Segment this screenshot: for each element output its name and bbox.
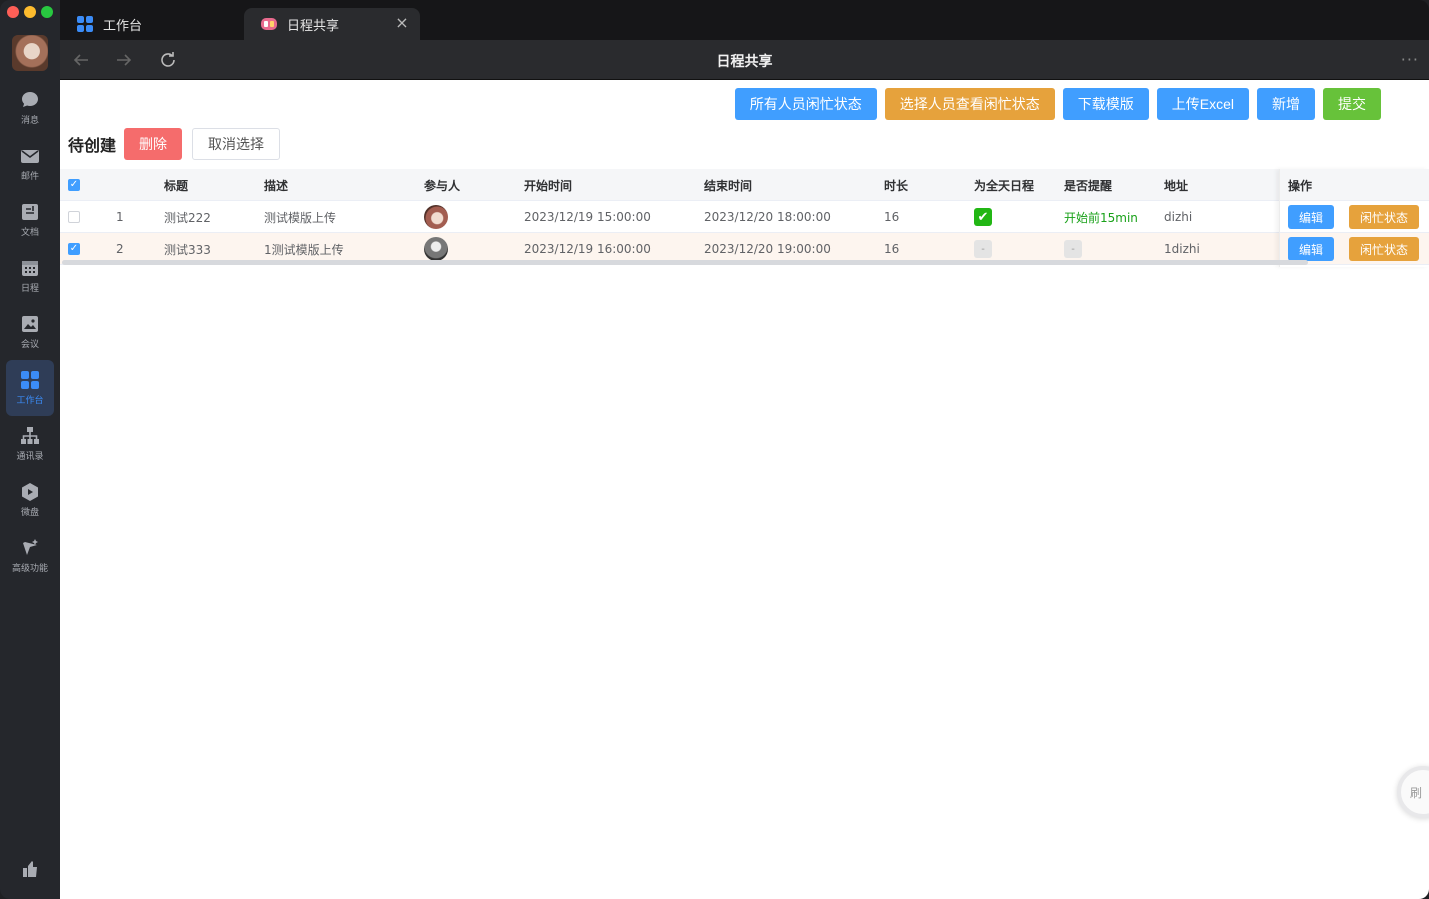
header-address: 地址: [1164, 178, 1189, 193]
sidebar-item-label: 日程: [20, 284, 39, 294]
tab-schedule-share[interactable]: 日程共享 ×: [244, 8, 420, 40]
sidebar-item-advanced[interactable]: 高级功能: [0, 528, 60, 584]
select-busy-status-button[interactable]: 选择人员查看闲忙状态: [884, 88, 1055, 120]
section-title: 待创建: [68, 136, 117, 155]
header-participants: 参与人: [424, 178, 461, 193]
all-busy-status-button[interactable]: 所有人员闲忙状态: [734, 88, 877, 120]
org-chart-icon: [20, 426, 40, 446]
row-checkbox[interactable]: [68, 201, 80, 233]
sidebar-item-label: 文档: [20, 228, 39, 238]
table-header: ✓ 标题 描述 参与人 开始时间 结束时间 时长 为全天日程 是否提醒 地址: [60, 169, 1429, 201]
meeting-icon: [20, 314, 40, 334]
edit-button[interactable]: 编辑: [1288, 205, 1335, 229]
ops-header: 操作: [1280, 169, 1429, 201]
cancel-select-button[interactable]: 取消选择: [192, 128, 281, 160]
sidebar-item-drive[interactable]: 微盘: [0, 472, 60, 528]
header-duration: 时长: [884, 178, 909, 193]
ops-row: 编辑 闲忙状态: [1280, 201, 1429, 233]
sparkle-icon: [20, 538, 40, 558]
mail-icon: [20, 146, 40, 166]
close-window-button[interactable]: [7, 6, 19, 18]
grid-icon: [20, 370, 40, 390]
sidebar-item-contacts[interactable]: 通讯录: [0, 416, 60, 472]
action-toolbar: 所有人员闲忙状态 选择人员查看闲忙状态 下载模版 上传Excel 新增 提交: [734, 88, 1381, 120]
sidebar-item-docs[interactable]: 文档: [0, 192, 60, 248]
sidebar-nav: 消息 邮件 文档 日程 会议 工作台 通讯录 微盘 高级功能: [0, 80, 60, 584]
allday-check-icon: ✔: [974, 201, 992, 233]
header-desc: 描述: [264, 178, 289, 193]
row-start: 2023/12/19 15:00:00: [524, 210, 651, 224]
app-logo-icon: [260, 15, 278, 33]
app-window: 消息 邮件 文档 日程 会议 工作台 通讯录 微盘 高级功能 工作台 日程共享 …: [0, 0, 1429, 899]
download-template-button[interactable]: 下载模版: [1062, 88, 1149, 120]
submit-button[interactable]: 提交: [1323, 88, 1381, 120]
header-start: 开始时间: [524, 178, 573, 193]
upload-excel-button[interactable]: 上传Excel: [1156, 88, 1249, 120]
minimize-window-button[interactable]: [24, 6, 36, 18]
header-title: 标题: [164, 178, 189, 193]
window-controls: [7, 6, 53, 18]
main-content: 所有人员闲忙状态 选择人员查看闲忙状态 下载模版 上传Excel 新增 提交 待…: [60, 80, 1429, 899]
table-row[interactable]: 1 测试222 测试模版上传 2023/12/19 15:00:00 2023/…: [60, 201, 1429, 233]
header-ops: 操作: [1288, 178, 1313, 193]
busy-status-button[interactable]: 闲忙状态: [1349, 205, 1420, 229]
table-horizontal-scrollbar[interactable]: [62, 260, 1308, 265]
sidebar-item-calendar[interactable]: 日程: [0, 248, 60, 304]
row-end: 2023/12/20 18:00:00: [704, 210, 831, 224]
settings-bottom-icon[interactable]: [20, 859, 40, 879]
sidebar-item-label: 微盘: [20, 508, 39, 518]
tab-label: 工作台: [103, 18, 143, 34]
row-desc: 测试模版上传: [264, 210, 337, 225]
header-allday: 为全天日程: [974, 178, 1035, 193]
sidebar-item-workbench[interactable]: 工作台: [6, 360, 54, 416]
select-all-checkbox[interactable]: ✓: [68, 169, 80, 201]
grid-icon: [76, 15, 94, 33]
operations-column: 操作 编辑 闲忙状态 编辑 闲忙状态: [1279, 169, 1429, 267]
refresh-float-button[interactable]: 刷: [1397, 766, 1429, 818]
header-end: 结束时间: [704, 178, 753, 193]
header-remind: 是否提醒: [1064, 178, 1113, 193]
edit-button[interactable]: 编辑: [1288, 237, 1335, 261]
row-duration: 16: [884, 210, 900, 224]
document-icon: [20, 202, 40, 222]
tab-workbench[interactable]: 工作台: [60, 8, 242, 40]
add-button[interactable]: 新增: [1257, 88, 1315, 120]
cloud-drive-icon: [20, 482, 40, 502]
delete-button[interactable]: 删除: [124, 128, 183, 160]
tab-bar: 工作台 日程共享 ×: [60, 0, 1429, 40]
sidebar-item-messages[interactable]: 消息: [0, 80, 60, 136]
sidebar-item-label: 邮件: [20, 172, 39, 182]
section-header: 待创建 删除 取消选择: [68, 128, 281, 160]
sidebar-item-label: 会议: [20, 340, 39, 350]
user-avatar[interactable]: [12, 35, 48, 71]
tab-label: 日程共享: [287, 18, 340, 34]
more-options-icon[interactable]: ···: [1401, 50, 1419, 69]
sidebar-item-mail[interactable]: 邮件: [0, 136, 60, 192]
sidebar-item-label: 高级功能: [11, 564, 48, 574]
row-index: 1: [116, 210, 124, 224]
participant-avatar: [424, 201, 448, 233]
close-icon[interactable]: ×: [394, 15, 410, 31]
navigation-bar: 日程共享 ···: [60, 40, 1429, 80]
schedule-table: ✓ 标题 描述 参与人 开始时间 结束时间 时长 为全天日程 是否提醒 地址 1…: [60, 169, 1429, 267]
sidebar: 消息 邮件 文档 日程 会议 工作台 通讯录 微盘 高级功能: [0, 0, 60, 899]
row-address: dizhi: [1164, 210, 1193, 224]
sidebar-item-label: 通讯录: [16, 452, 44, 462]
busy-status-button[interactable]: 闲忙状态: [1349, 237, 1420, 261]
sidebar-item-label: 工作台: [16, 396, 44, 406]
chat-icon: [20, 90, 40, 110]
page-title: 日程共享: [716, 54, 773, 70]
maximize-window-button[interactable]: [41, 6, 53, 18]
row-remind: 开始前15min: [1064, 210, 1138, 225]
sidebar-item-label: 消息: [20, 116, 39, 126]
sidebar-item-meeting[interactable]: 会议: [0, 304, 60, 360]
row-title: 测试222: [164, 210, 211, 225]
calendar-icon: [20, 258, 40, 278]
